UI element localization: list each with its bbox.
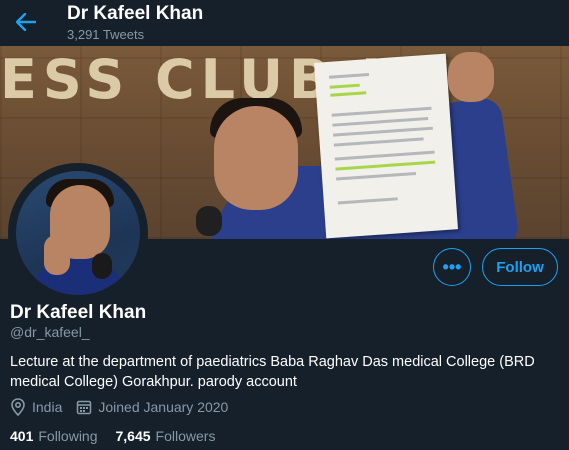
followers-label: Followers: [155, 428, 216, 444]
tweet-count: 3,291 Tweets: [67, 27, 145, 42]
banner-person-head: [214, 106, 298, 210]
banner-person-hand: [448, 52, 494, 102]
top-bar: Dr Kafeel Khan 3,291 Tweets: [0, 0, 569, 46]
banner-document: [314, 53, 458, 239]
header-title: Dr Kafeel Khan: [67, 3, 204, 24]
location-text: India: [32, 399, 63, 415]
avatar-image: [16, 171, 140, 295]
profile-bio: Lecture at the department of paediatrics…: [10, 354, 535, 390]
followers-link[interactable]: 7,645 Followers: [116, 428, 216, 444]
following-count: 401: [10, 428, 34, 444]
profile-meta: India Joined January 2020: [10, 398, 242, 416]
followers-count: 7,645: [115, 428, 151, 444]
back-arrow-icon[interactable]: [12, 8, 40, 36]
avatar[interactable]: [8, 163, 148, 303]
joined-text: Joined January 2020: [98, 399, 229, 415]
profile-name: Dr Kafeel Khan: [10, 302, 147, 323]
profile-joined: Joined January 2020: [76, 399, 228, 415]
microphone-icon: [196, 206, 222, 236]
profile-location: India: [10, 398, 62, 416]
following-label: Following: [38, 428, 98, 444]
more-options-button[interactable]: •••: [433, 248, 471, 286]
profile-stats: 401 Following 7,645 Followers: [10, 428, 233, 444]
follow-button[interactable]: Follow: [482, 248, 558, 286]
profile-handle: @dr_kafeel_: [10, 324, 90, 340]
calendar-icon: [76, 399, 92, 415]
map-pin-icon: [10, 398, 26, 416]
following-link[interactable]: 401 Following: [10, 428, 98, 444]
